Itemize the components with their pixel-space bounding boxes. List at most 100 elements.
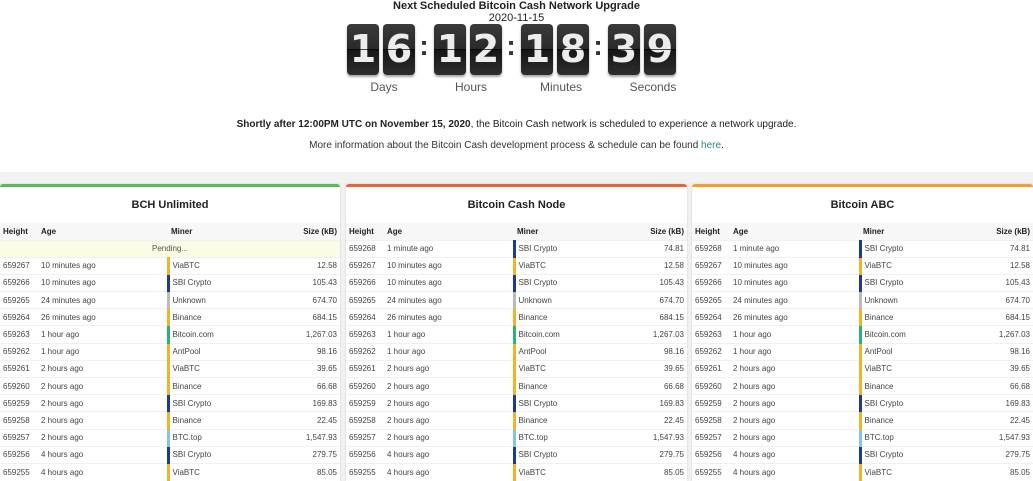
table-row[interactable]: 659259 2 hours ago SBI Crypto 169.83 — [692, 394, 1033, 412]
block-miner: Binance — [858, 376, 963, 395]
table-row[interactable]: 659266 10 minutes ago SBI Crypto 105.43 — [0, 273, 340, 292]
days-digit-1: 1 — [347, 24, 379, 75]
block-height: 659258 — [692, 411, 730, 430]
block-size: 98.16 — [617, 342, 687, 361]
block-age: 10 minutes ago — [730, 273, 860, 292]
block-miner: Binance — [166, 411, 270, 430]
block-height: 659260 — [346, 376, 384, 395]
hours-label: Hours — [454, 80, 487, 94]
table-row[interactable]: 659267 10 minutes ago ViaBTC 12.58 — [346, 256, 687, 275]
info-notice: More information about the Bitcoin Cash … — [0, 140, 1033, 151]
block-age: 10 minutes ago — [730, 256, 860, 275]
table-row[interactable]: 659268 1 minute ago SBI Crypto 74.81 — [346, 239, 687, 258]
block-size: 1,547.93 — [270, 428, 340, 447]
block-miner: Unknown — [512, 291, 617, 309]
column-header: Miner — [860, 223, 963, 240]
block-height: 659265 — [346, 291, 384, 309]
block-miner: BTC.top — [858, 428, 963, 447]
block-size: 66.68 — [963, 376, 1033, 395]
table-row[interactable]: 659258 2 hours ago Binance 22.45 — [0, 411, 340, 430]
block-height: 659259 — [346, 394, 384, 412]
blocks-table: Height Age Miner Size (kB) 659268 1 minute ag… — [692, 223, 1033, 481]
table-row[interactable]: 659263 1 hour ago Bitcoin.com 1,267.03 — [346, 325, 687, 344]
table-row[interactable]: 659261 2 hours ago ViaBTC 39.65 — [346, 359, 687, 378]
block-height: 659268 — [692, 239, 730, 258]
table-row[interactable]: 659262 1 hour ago AntPool 98.16 — [692, 342, 1033, 361]
table-row[interactable]: 659263 1 hour ago Bitcoin.com 1,267.03 — [692, 325, 1033, 344]
block-height: 659266 — [692, 273, 730, 292]
block-height: 659265 — [692, 291, 730, 309]
block-size: 85.05 — [963, 462, 1033, 481]
column-header: Height — [346, 223, 384, 240]
table-row[interactable]: 659258 2 hours ago Binance 22.45 — [346, 411, 687, 430]
table-row[interactable]: 659256 4 hours ago SBI Crypto 279.75 — [0, 445, 340, 464]
table-row[interactable]: 659261 2 hours ago ViaBTC 39.65 — [0, 359, 340, 378]
block-age: 2 hours ago — [730, 394, 860, 412]
table-row[interactable]: 659256 4 hours ago SBI Crypto 279.75 — [346, 445, 687, 464]
block-age: 2 hours ago — [730, 428, 860, 447]
block-age: 2 hours ago — [384, 359, 514, 378]
table-row[interactable]: 659265 24 minutes ago Unknown 674.70 — [0, 291, 340, 309]
block-height: 659257 — [346, 428, 384, 447]
block-miner: Bitcoin.com — [166, 325, 270, 344]
table-row[interactable]: 659261 2 hours ago ViaBTC 39.65 — [692, 359, 1033, 378]
table-row[interactable]: 659266 10 minutes ago SBI Crypto 105.43 — [346, 273, 687, 292]
table-row[interactable]: 659255 4 hours ago ViaBTC 85.05 — [0, 462, 340, 481]
block-height: 659262 — [346, 342, 384, 361]
info-link[interactable]: here — [701, 140, 721, 151]
block-size: 85.05 — [617, 462, 687, 481]
table-row[interactable]: 659255 4 hours ago ViaBTC 85.05 — [346, 462, 687, 481]
block-size: 105.43 — [617, 273, 687, 292]
table-row[interactable]: 659263 1 hour ago Bitcoin.com 1,267.03 — [0, 325, 340, 344]
table-row[interactable]: 659262 1 hour ago AntPool 98.16 — [346, 342, 687, 361]
block-age: 26 minutes ago — [38, 308, 168, 326]
table-row[interactable]: 659265 24 minutes ago Unknown 674.70 — [692, 291, 1033, 309]
table-row[interactable]: 659267 10 minutes ago ViaBTC 12.58 — [0, 256, 340, 275]
countdown-separator: : — [419, 30, 429, 61]
column-header: Miner — [168, 223, 270, 240]
table-row[interactable]: 659264 26 minutes ago Binance 684.15 — [0, 308, 340, 326]
block-height: 659256 — [0, 445, 38, 464]
table-row[interactable]: 659265 24 minutes ago Unknown 674.70 — [346, 291, 687, 309]
block-size: 279.75 — [617, 445, 687, 464]
block-miner: ViaBTC — [166, 462, 270, 481]
table-row[interactable]: 659259 2 hours ago SBI Crypto 169.83 — [0, 394, 340, 412]
table-row[interactable]: 659260 2 hours ago Binance 66.68 — [692, 376, 1033, 395]
block-size: 74.81 — [617, 239, 687, 258]
upgrade-date: 2020-11-15 — [488, 12, 545, 24]
table-row[interactable]: 659257 2 hours ago BTC.top 1,547.93 — [346, 428, 687, 447]
table-row[interactable]: 659259 2 hours ago SBI Crypto 169.83 — [346, 394, 687, 412]
table-row[interactable]: 659264 26 minutes ago Binance 684.15 — [346, 308, 687, 326]
block-age: 2 hours ago — [384, 376, 514, 395]
pending-label: Pending... — [0, 239, 340, 258]
block-miner: Unknown — [166, 291, 270, 309]
table-row[interactable]: 659257 2 hours ago BTC.top 1,547.93 — [692, 428, 1033, 447]
block-miner: SBI Crypto — [858, 239, 963, 258]
table-row[interactable]: 659260 2 hours ago Binance 66.68 — [0, 376, 340, 395]
block-age: 10 minutes ago — [38, 273, 168, 292]
table-row[interactable]: 659258 2 hours ago Binance 22.45 — [692, 411, 1033, 430]
table-row[interactable]: 659257 2 hours ago BTC.top 1,547.93 — [0, 428, 340, 447]
block-age: 1 minute ago — [384, 239, 514, 258]
block-height: 659260 — [692, 376, 730, 395]
block-age: 4 hours ago — [730, 462, 860, 481]
block-miner: AntPool — [166, 342, 270, 361]
block-height: 659267 — [346, 256, 384, 275]
block-size: 105.43 — [963, 273, 1033, 292]
block-height: 659266 — [0, 273, 38, 292]
table-row[interactable]: 659262 1 hour ago AntPool 98.16 — [0, 342, 340, 361]
info-notice-period: . — [721, 140, 724, 151]
table-row[interactable]: 659264 26 minutes ago Binance 684.15 — [692, 308, 1033, 326]
table-row[interactable]: 659267 10 minutes ago ViaBTC 12.58 — [692, 256, 1033, 275]
block-height: 659264 — [692, 308, 730, 326]
table-row[interactable]: 659256 4 hours ago SBI Crypto 279.75 — [692, 445, 1033, 464]
table-row[interactable]: 659255 4 hours ago ViaBTC 85.05 — [692, 462, 1033, 481]
block-height: 659255 — [0, 462, 38, 481]
table-row[interactable]: 659266 10 minutes ago SBI Crypto 105.43 — [692, 273, 1033, 292]
column-header: Size (kB) — [963, 223, 1033, 240]
table-row[interactable]: 659260 2 hours ago Binance 66.68 — [346, 376, 687, 395]
column-header: Height — [0, 223, 38, 240]
table-row[interactable]: 659268 1 minute ago SBI Crypto 74.81 — [692, 239, 1033, 258]
block-miner: SBI Crypto — [858, 445, 963, 464]
hours-digit-2: 2 — [470, 24, 502, 75]
